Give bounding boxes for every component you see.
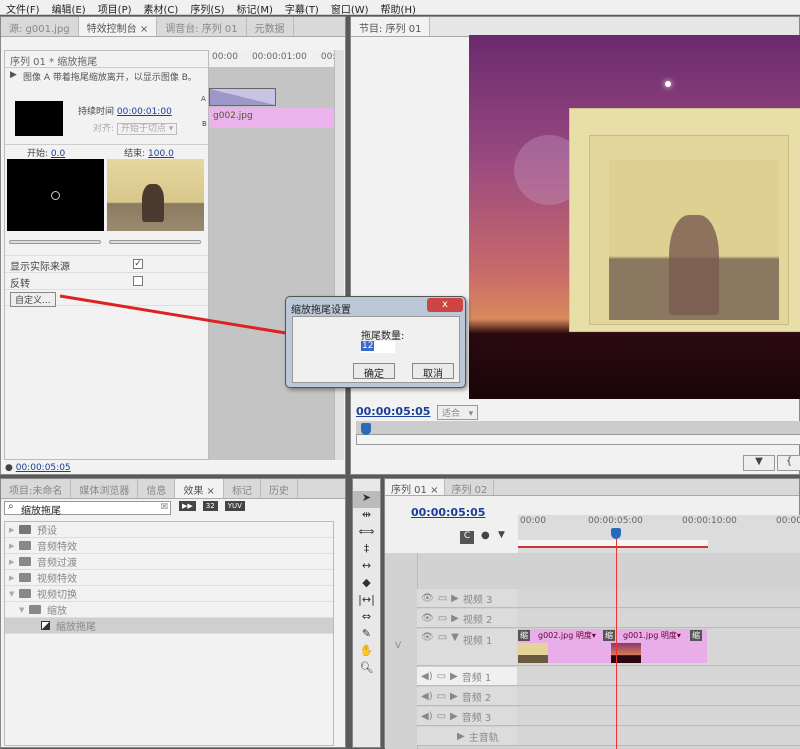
trail-count-label: 拖尾数量: [361, 331, 405, 342]
zoom-trails-settings-dialog: 缩放拖尾设置 x 拖尾数量: 12 确定 取消 [285, 296, 466, 388]
dialog-close-button[interactable]: x [427, 298, 463, 312]
dialog-title: 缩放拖尾设置 [291, 305, 351, 316]
trail-count-value: 12 [361, 341, 375, 351]
trail-count-input[interactable]: 12 [361, 341, 395, 353]
cancel-button[interactable]: 取消 [412, 363, 454, 380]
ok-button[interactable]: 确定 [353, 363, 395, 380]
